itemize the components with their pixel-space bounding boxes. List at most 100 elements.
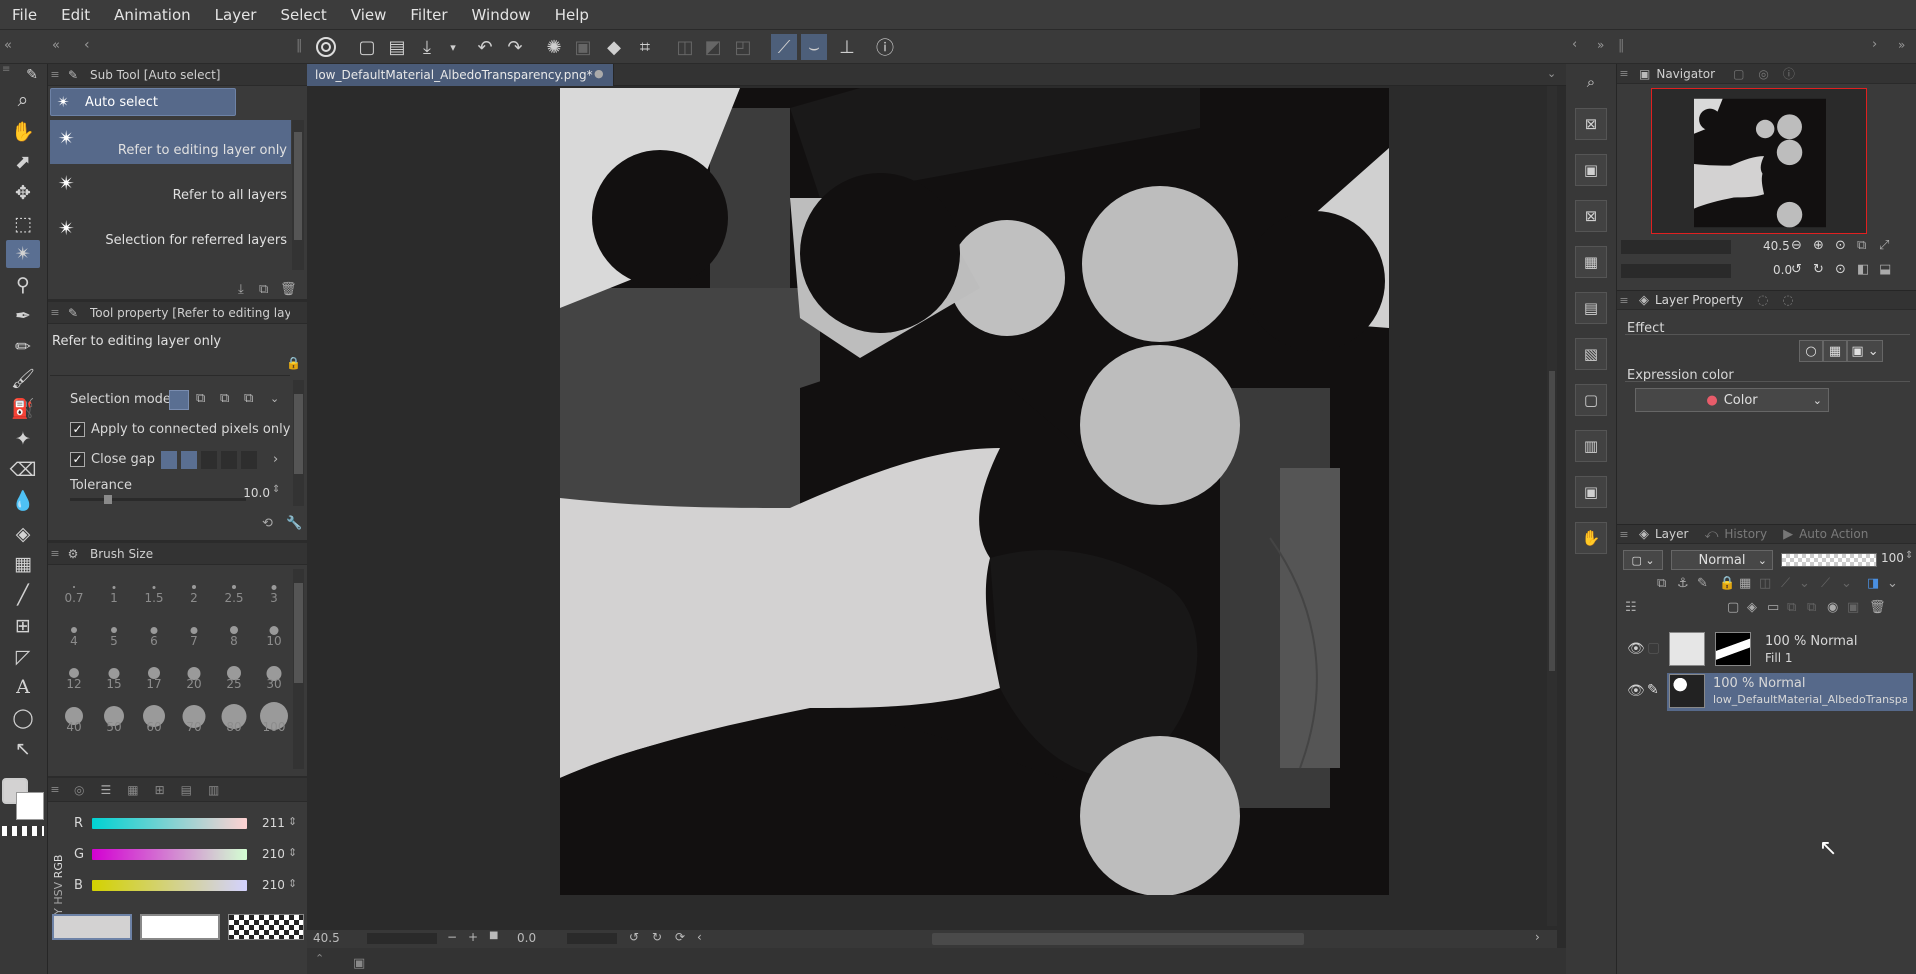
auto-action-tab-icon[interactable]: ▶ [1783,527,1793,542]
operation-tool-icon[interactable]: ⬈ [6,148,40,176]
navigator-fit-icon[interactable]: ⊙ [1835,238,1846,253]
layer-color-dropdown-icon[interactable]: ⌄ [1887,576,1898,591]
close-gap-checkbox-row[interactable]: ✓ Close gap [70,452,155,467]
effect-border-icon[interactable]: ○ [1799,340,1823,362]
navigator-fit-window-icon[interactable]: ⤢ [1879,238,1889,253]
tolerance-value[interactable]: 10.0 [230,486,270,500]
correct-line-tool-icon[interactable]: ↖ [6,735,40,763]
sub-tool-item[interactable]: ✴ Selection for referred layers [50,210,291,254]
pen-tool-icon[interactable]: ✒ [6,302,40,330]
brush-size-option[interactable]: 5 [94,612,134,650]
chevron-left-right-icon[interactable]: ‹ [1572,37,1577,52]
clip-layer-icon[interactable]: ⧉ [1657,576,1666,591]
rotation-value[interactable]: 0.0 [517,931,536,945]
brush-size-option[interactable]: 6 [134,612,174,650]
material-icon[interactable]: ▣ [1575,154,1607,186]
collapse-right-icon[interactable]: » [1597,38,1604,52]
canvas-area[interactable] [307,86,1557,930]
r-spinner-icon[interactable]: ⇕ [288,815,297,828]
brush-tool-icon[interactable]: 🖌 [6,364,40,392]
auto-select-tool-icon[interactable]: ✴ [6,240,40,268]
reset-rotation-icon[interactable]: ⟳ [675,930,685,944]
color-slider-tab-icon[interactable]: ☰ [100,783,111,797]
layer-property-tab3-icon[interactable]: ◌ [1782,293,1793,308]
brush-size-option[interactable]: 100 [254,698,294,736]
sub-color-chip[interactable] [140,914,220,940]
g-value[interactable]: 210 [262,847,285,861]
collapse-left-icon[interactable]: « [4,38,12,53]
visibility-eye-icon[interactable]: 👁 [1627,683,1645,699]
expression-color-select[interactable]: ● Color ⌄ [1635,388,1829,412]
transparent-color-chip[interactable] [228,914,304,940]
airbrush-tool-icon[interactable]: ⛽ [6,394,40,422]
brush-size-option[interactable]: 50 [94,698,134,736]
layer-tab[interactable]: Layer [1655,527,1688,541]
layer-property-title[interactable]: Layer Property [1655,293,1743,307]
sub-view-icon[interactable]: ⊠ [1575,200,1607,232]
balloon-tool-icon[interactable]: ◯ [6,704,40,732]
deselect-icon[interactable]: ◫ [672,34,698,60]
history-tab[interactable]: History [1724,527,1767,541]
brush-size-option[interactable]: 12 [54,655,94,693]
main-color-chip[interactable] [52,914,132,940]
zoom-out-icon[interactable]: − [447,930,457,944]
navigator-rotation-value[interactable]: 0.0 [1773,263,1792,277]
selection-mode-add-icon[interactable]: ⧉ [196,391,205,406]
hand-tool-icon[interactable]: ✋ [6,117,40,145]
chevron-right-icon[interactable]: › [273,452,278,467]
menu-view[interactable]: View [339,0,399,30]
zoom-slider[interactable] [367,933,437,944]
redo-icon[interactable]: ↷ [502,34,528,60]
brush-size-option[interactable]: 2 [174,569,214,607]
brush-size-option[interactable]: 8 [214,612,254,650]
snap-ruler-icon[interactable]: ⟋ [771,34,797,60]
eraser-tool-icon[interactable]: ⌫ [6,456,40,484]
canvas-horizontal-scrollbar[interactable] [932,933,1304,945]
chevron-right-icon[interactable]: › [1872,37,1877,52]
close-gap-level-2[interactable] [181,451,197,469]
brush-size-option[interactable]: 20 [174,655,214,693]
b-value[interactable]: 210 [262,878,285,892]
blend-tool-icon[interactable]: 💧 [6,486,40,514]
save-icon[interactable]: ⤓ [414,34,440,60]
layer-row[interactable]: 👁 ▢ 100 % Normal Fill 1 [1617,629,1916,671]
opacity-slider[interactable] [1781,553,1877,567]
brush-size-option[interactable]: 0.7 [54,569,94,607]
g-slider[interactable] [92,849,247,860]
navigator-reset-rotation-icon[interactable]: ⊙ [1835,262,1846,277]
rgb-tab[interactable]: RGB [52,855,65,879]
chevron-left-icon[interactable]: ‹ [84,37,90,53]
settings-wrench-icon[interactable]: 🔧 [286,516,302,531]
transfer-down-icon[interactable]: ⧉ [1787,600,1796,615]
brush-size-option[interactable]: 10 [254,612,294,650]
document-tab[interactable]: low_DefaultMaterial_AlbedoTransparency.p… [307,64,614,86]
apply-connected-checkbox-row[interactable]: ✓ Apply to connected pixels only [70,422,290,437]
delete-icon[interactable]: 🗑 [280,282,297,297]
brush-size-option[interactable]: 17 [134,655,174,693]
scroll-right-icon[interactable]: › [1535,930,1540,944]
menu-select[interactable]: Select [268,0,338,30]
brush-size-scrollbar[interactable] [293,569,304,769]
gradient-tool-icon[interactable]: ▦ [6,550,40,578]
duplicate-icon[interactable]: ⧉ [259,282,268,297]
menu-filter[interactable]: Filter [398,0,459,30]
flip-icon[interactable]: ‹ [697,930,702,944]
undo-icon[interactable]: ↶ [472,34,498,60]
selection-mode-dropdown-icon[interactable]: ⌄ [270,392,279,405]
tab-list-dropdown-icon[interactable]: ⌄ [1547,67,1556,80]
brush-size-option[interactable]: 60 [134,698,174,736]
layer-property-icon[interactable]: ▥ [1575,430,1607,462]
brush-size-option[interactable]: 40 [54,698,94,736]
b-slider[interactable] [92,880,247,891]
sub-tool-item[interactable]: ✴ Refer to editing layer only [50,120,291,164]
close-gap-level-5[interactable] [241,451,257,469]
menu-help[interactable]: Help [543,0,601,30]
snap-grid-icon[interactable]: ⊥ [834,34,860,60]
zoom-tool-icon[interactable]: ⌕ [6,86,40,114]
menu-window[interactable]: Window [460,0,543,30]
b-spinner-icon[interactable]: ⇕ [288,877,297,890]
layer-property-tab-icon[interactable]: ◈ [1639,293,1649,308]
tool-property-scrollbar[interactable] [293,380,304,506]
history-tab-icon[interactable]: ⤺ [1704,527,1718,542]
navigator-rotate-right-icon[interactable]: ↻ [1813,262,1824,277]
